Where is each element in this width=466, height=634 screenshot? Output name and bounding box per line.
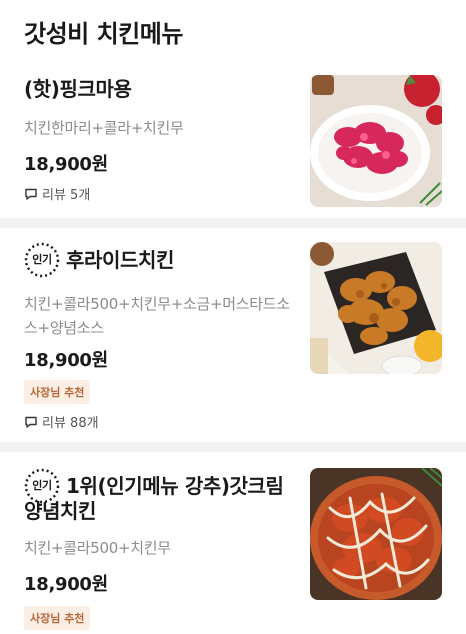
menu-item-price: 18,900원 [24,350,108,371]
owner-recommend-badge: 사장님 추천 [24,380,91,404]
section-divider [0,442,466,452]
menu-item-pink-mayo[interactable]: (핫)핑크마용 치킨한마리+콜라+치킨무 18,900원 리뷰 5개 [0,64,466,218]
section-divider [0,218,466,228]
menu-item-fried-chicken[interactable]: 인기 후라이드치킨 치킨+콜라500+치킨무+소금+머스타드소스+양념소스 18… [0,228,466,442]
menu-item-name: 1위(인기메뉴 강추)갓크림 [66,474,284,498]
menu-item-description: 치킨+콜라500+치킨무+소금+머스타드소스+양념소스 [24,295,290,337]
comment-icon [25,416,37,428]
menu-item-cream-yangnyeom[interactable]: 인기 1위(인기메뉴 강추)갓크림 양념치킨 치킨+콜라500+치킨무 18,9… [0,452,466,634]
cream-yangnyeom-chicken-photo[interactable] [310,468,442,600]
popular-badge-label: 인기 [32,253,52,266]
comment-icon [25,188,37,200]
section-title: 갓성비 치킨메뉴 [24,20,183,48]
fried-chicken-photo[interactable] [310,242,442,374]
popular-badge: 인기 [24,242,60,278]
menu-page: 갓성비 치킨메뉴 (핫)핑크마용 치킨한마리+콜라+치킨무 18,900원 리뷰… [0,0,466,634]
review-count: 리뷰 88개 [42,416,99,431]
menu-item-description: 치킨+콜라500+치킨무 [24,539,171,557]
review-count: 리뷰 5개 [42,188,91,203]
review-link[interactable]: 리뷰 5개 [24,184,90,203]
menu-item-price: 18,900원 [24,154,108,175]
menu-item-name: (핫)핑크마용 [24,77,132,101]
owner-recommend-badge: 사장님 추천 [24,606,91,630]
menu-item-price: 18,900원 [24,574,108,595]
menu-item-name: 후라이드치킨 [66,248,174,272]
pink-chicken-photo[interactable] [310,75,442,207]
review-link[interactable]: 리뷰 88개 [24,412,99,431]
menu-item-name-line2: 양념치킨 [24,499,96,523]
menu-item-description: 치킨한마리+콜라+치킨무 [24,119,184,137]
menu-item-name-row: 인기 후라이드치킨 [24,242,174,278]
